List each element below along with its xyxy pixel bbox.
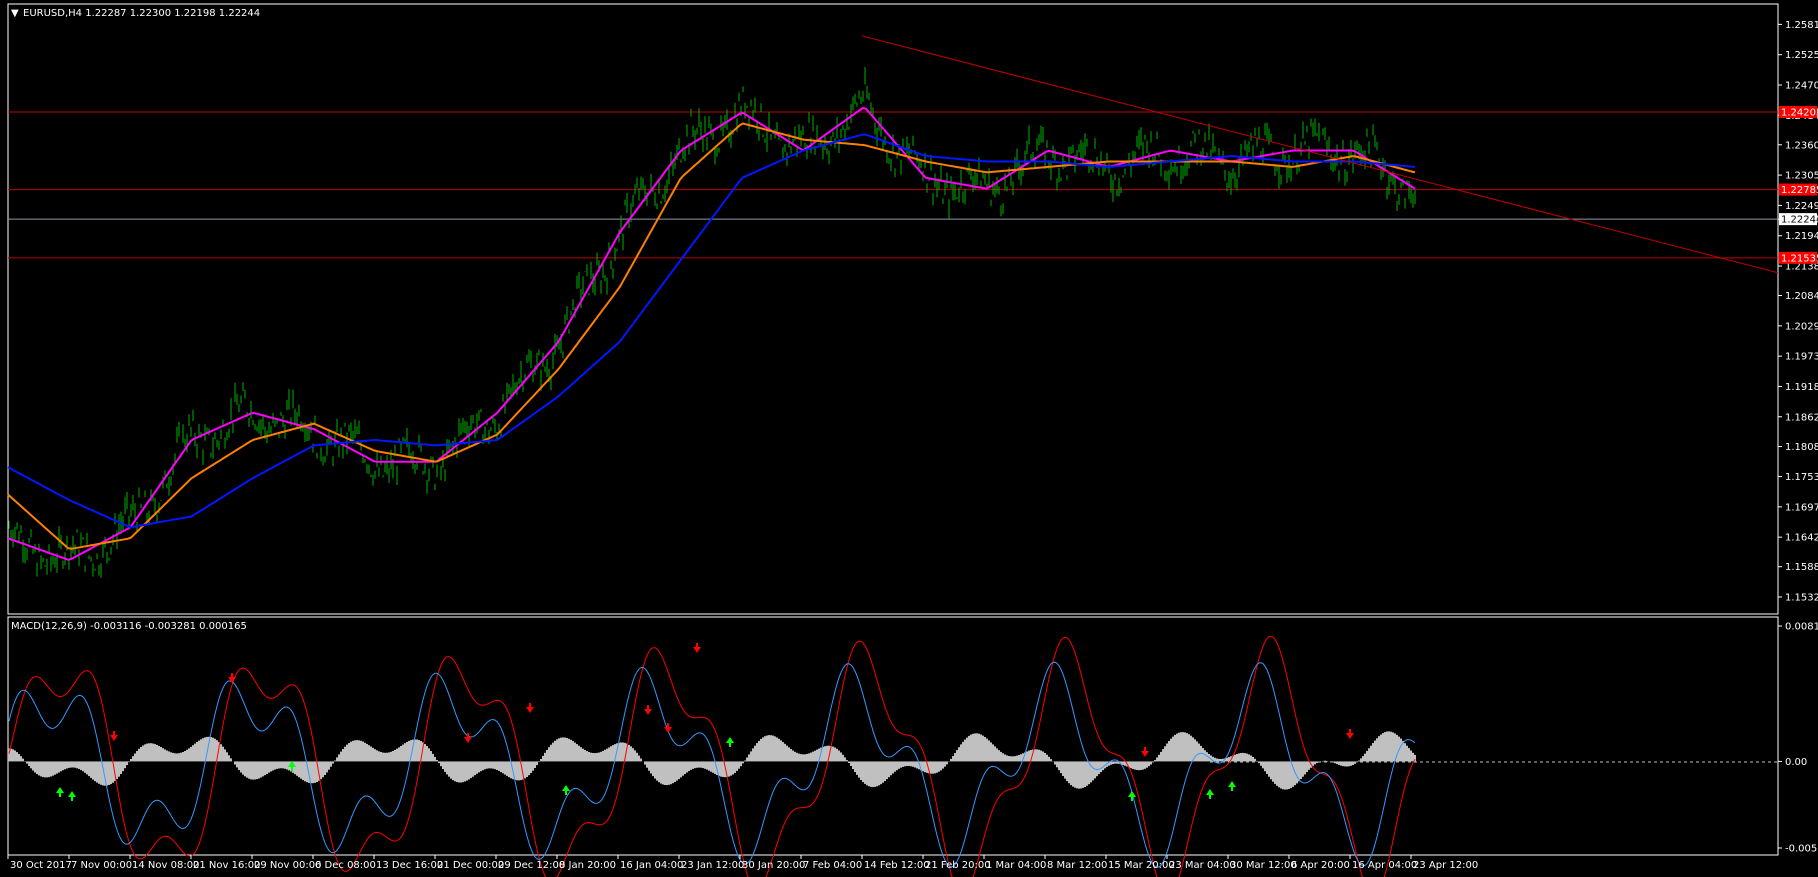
- price-tick-label: 1.25255: [1785, 50, 1818, 61]
- time-tick-label: 15 Mar 20:00: [1108, 860, 1175, 871]
- macd-title: MACD(12,26,9) -0.003116 -0.003281 0.0001…: [11, 621, 247, 632]
- price-tick-label: 1.18625: [1785, 412, 1818, 423]
- price-tick-label: 1.23605: [1785, 140, 1818, 151]
- price-tick-label: 1.20290: [1785, 321, 1818, 332]
- time-tick-label: 7 Nov 00:00: [71, 860, 132, 871]
- level-price-label: 1.22785: [1781, 185, 1818, 196]
- time-tick-label: 14 Feb 12:00: [864, 860, 930, 871]
- time-tick-label: 29 Dec 12:00: [498, 860, 565, 871]
- chart-background: [0, 0, 1818, 877]
- time-tick-label: 21 Nov 16:00: [193, 860, 260, 871]
- symbol-title: EURUSD,H4 1.22287 1.22300 1.22198 1.2224…: [23, 8, 260, 19]
- time-tick-label: 29 Nov 00:00: [254, 860, 321, 871]
- time-tick-label: 30 Jan 20:00: [742, 860, 805, 871]
- time-tick-label: 30 Mar 12:00: [1230, 860, 1297, 871]
- time-tick-label: 23 Jan 12:00: [681, 860, 744, 871]
- time-tick-label: 21 Feb 20:00: [925, 860, 991, 871]
- price-tick-label: 1.17530: [1785, 472, 1818, 483]
- time-tick-label: 8 Mar 12:00: [1047, 860, 1107, 871]
- time-tick-label: 16 Jan 04:00: [620, 860, 683, 871]
- symbol-header: ▼ EURUSD,H4 1.22287 1.22300 1.22198 1.22…: [11, 8, 260, 19]
- time-tick-label: 30 Oct 2017: [10, 860, 72, 871]
- price-tick-label: 1.18080: [1785, 442, 1818, 453]
- price-tick-label: 1.16975: [1785, 502, 1818, 513]
- time-tick-label: 1 Mar 04:00: [986, 860, 1046, 871]
- time-tick-label: 23 Apr 12:00: [1413, 860, 1478, 871]
- time-tick-label: 7 Feb 04:00: [803, 860, 862, 871]
- time-tick-label: 23 Mar 04:00: [1169, 860, 1236, 871]
- time-tick-label: 21 Dec 00:00: [437, 860, 504, 871]
- macd-tick-label: -0.005225: [1785, 844, 1818, 855]
- time-tick-label: 6 Dec 08:00: [315, 860, 376, 871]
- price-tick-label: 1.22495: [1785, 201, 1818, 212]
- price-tick-label: 1.20845: [1785, 291, 1818, 302]
- price-tick-label: 1.21940: [1785, 231, 1818, 242]
- time-tick-label: 8 Jan 20:00: [559, 860, 616, 871]
- time-tick-label: 16 Apr 04:00: [1352, 860, 1417, 871]
- trading-chart[interactable]: ▼ EURUSD,H4 1.22287 1.22300 1.22198 1.22…: [0, 0, 1818, 877]
- price-tick-label: 1.19735: [1785, 352, 1818, 363]
- price-tick-label: 1.24700: [1785, 80, 1818, 91]
- current-price-label: 1.22244: [1781, 215, 1818, 226]
- price-tick-label: 1.15325: [1785, 592, 1818, 603]
- level-price-label: 1.24205: [1781, 108, 1818, 119]
- price-tick-label: 1.19180: [1785, 382, 1818, 393]
- macd-tick-label: 0.00: [1785, 757, 1807, 768]
- time-tick-label: 14 Nov 08:00: [132, 860, 199, 871]
- price-tick-label: 1.15880: [1785, 562, 1818, 573]
- level-price-label: 1.21535: [1781, 253, 1818, 264]
- macd-tick-label: 0.008173: [1785, 622, 1818, 633]
- time-tick-label: 6 Apr 20:00: [1291, 860, 1350, 871]
- triangle-down-icon[interactable]: ▼: [11, 8, 19, 19]
- time-tick-label: 13 Dec 16:00: [376, 860, 443, 871]
- price-tick-label: 1.23050: [1785, 171, 1818, 182]
- price-tick-label: 1.25810: [1785, 20, 1818, 31]
- price-tick-label: 1.16420: [1785, 533, 1818, 544]
